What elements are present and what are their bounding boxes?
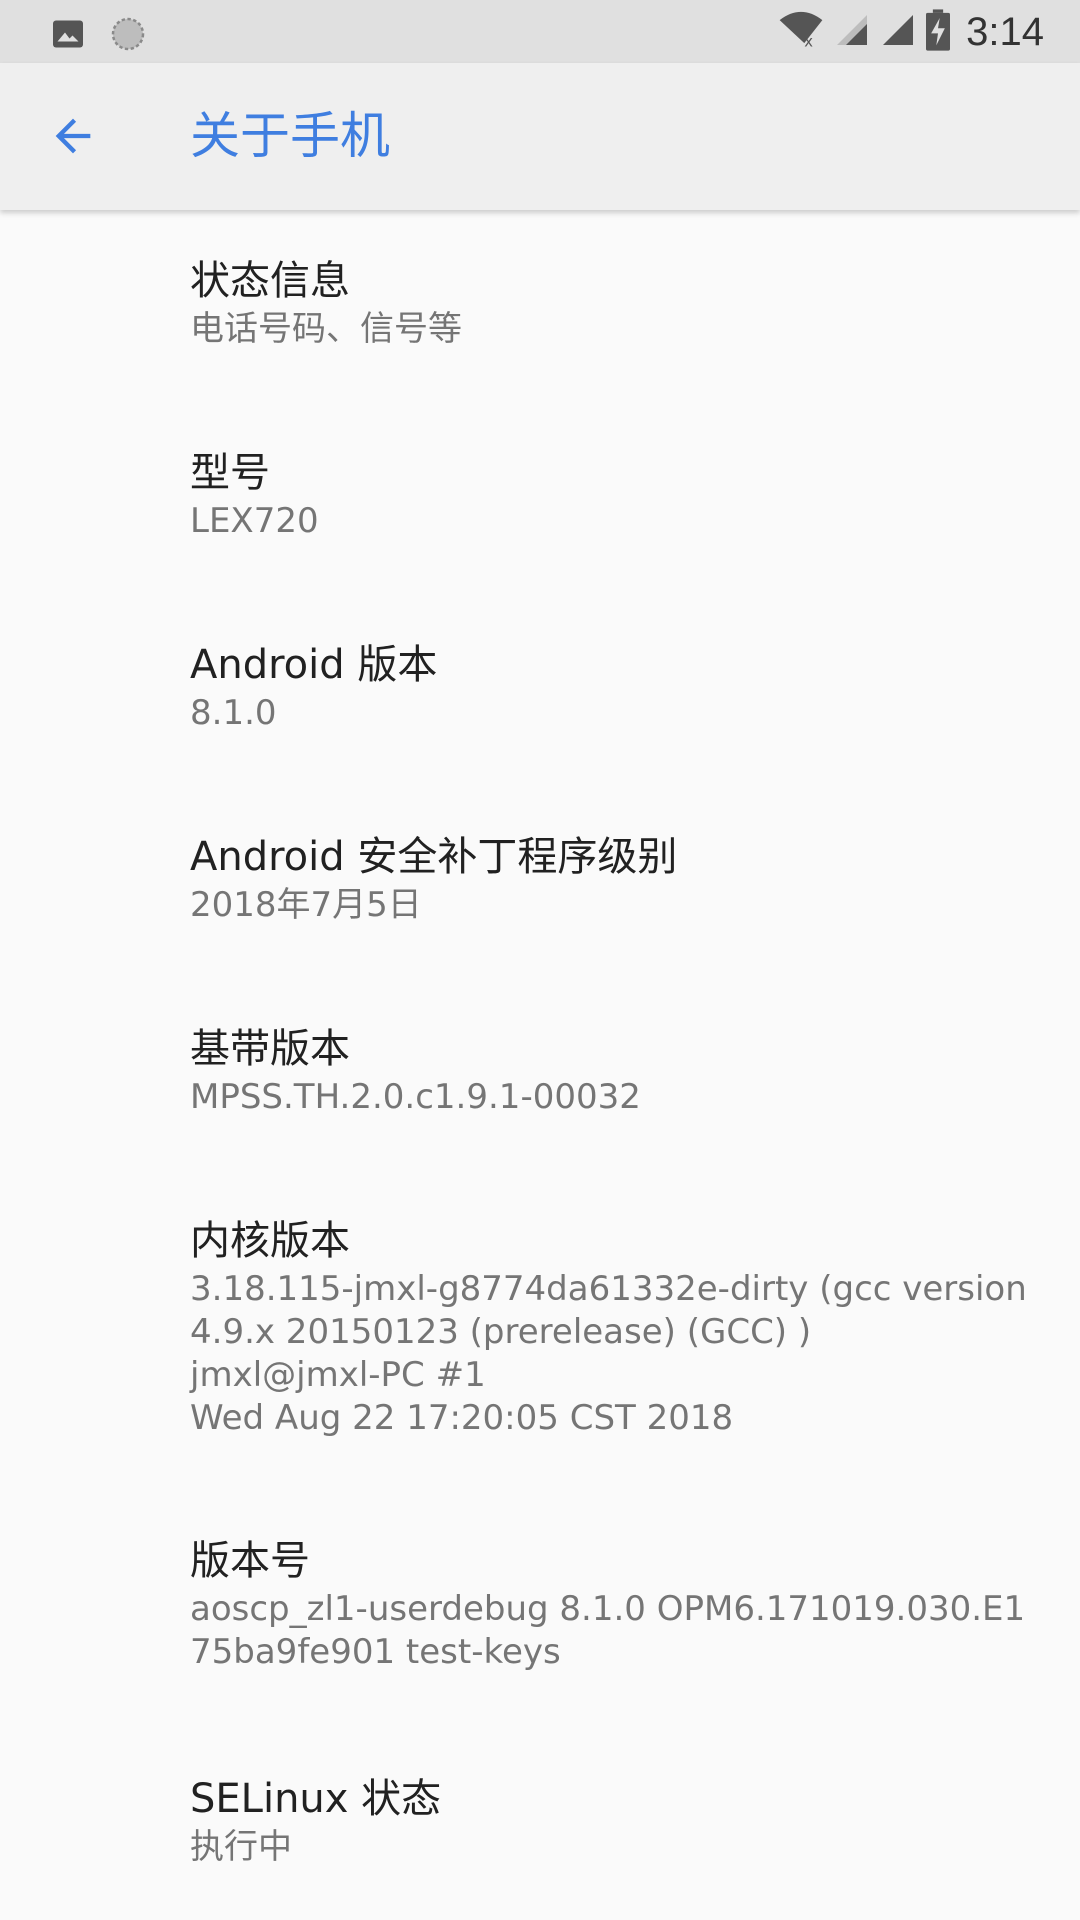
summary-line: 4.9.x 20150123 (prerelease) (GCC) ) <box>190 1312 812 1352</box>
item-title: Android 安全补丁程序级别 <box>190 834 678 880</box>
item-summary: aoscp_zl1-userdebug 8.1.0 OPM6.171019.03… <box>190 1588 1026 1674</box>
battery-charging-icon <box>926 9 951 55</box>
system-status-icons: x 3:14 <box>768 6 1044 58</box>
summary-line: 电话号码、信号等 <box>190 309 462 349</box>
list-item-model[interactable]: 型号 LEX720 <box>0 402 1080 594</box>
sync-notification-icon <box>108 14 148 58</box>
back-button[interactable] <box>36 101 110 175</box>
app-bar: 关于手机 <box>0 63 1080 210</box>
item-title: Android 版本 <box>190 642 438 688</box>
summary-line: 2018年7月5日 <box>190 885 422 925</box>
item-summary: 8.1.0 <box>190 692 1020 735</box>
status-bar: x 3:14 <box>0 0 1080 63</box>
list-item-kernel-version[interactable]: 内核版本 3.18.115-jmxl-g8774da61332e-dirty (… <box>0 1170 1080 1490</box>
summary-line: jmxl@jmxl-PC #1 <box>190 1355 486 1395</box>
list-item-security-patch-level[interactable]: Android 安全补丁程序级别 2018年7月5日 <box>0 786 1080 978</box>
item-title: 版本号 <box>190 1538 310 1584</box>
item-summary: 3.18.115-jmxl-g8774da61332e-dirty (gcc v… <box>190 1268 1027 1440</box>
item-title: 基带版本 <box>190 1026 350 1072</box>
list-item-baseband-version[interactable]: 基带版本 MPSS.TH.2.0.c1.9.1-00032 <box>0 978 1080 1170</box>
summary-line: MPSS.TH.2.0.c1.9.1-00032 <box>190 1077 641 1117</box>
signal-icon <box>880 11 916 53</box>
list-item-selinux-status[interactable]: SELinux 状态 执行中 <box>0 1728 1080 1920</box>
list-item-status-info[interactable]: 状态信息 电话号码、信号等 <box>0 210 1080 402</box>
summary-line: LEX720 <box>190 501 319 541</box>
summary-line: 执行中 <box>190 1827 292 1867</box>
clock: 3:14 <box>966 9 1044 54</box>
list-item-android-version[interactable]: Android 版本 8.1.0 <box>0 594 1080 786</box>
summary-line: 8.1.0 <box>190 693 277 733</box>
item-summary: 2018年7月5日 <box>190 884 1020 927</box>
summary-line: 3.18.115-jmxl-g8774da61332e-dirty (gcc v… <box>190 1269 1027 1309</box>
about-phone-list: 状态信息 电话号码、信号等 型号 LEX720 Android 版本 8.1.0… <box>0 210 1080 1920</box>
item-summary: MPSS.TH.2.0.c1.9.1-00032 <box>190 1076 1020 1119</box>
item-title: 型号 <box>190 450 270 496</box>
item-title: 状态信息 <box>190 258 350 304</box>
image-notification-icon <box>50 16 86 56</box>
signal-icon <box>834 11 870 53</box>
wifi-no-internet-icon: x <box>778 10 824 54</box>
item-summary: 电话号码、信号等 <box>190 308 1020 351</box>
summary-line: Wed Aug 22 17:20:05 CST 2018 <box>190 1398 734 1438</box>
notification-icons <box>50 14 148 58</box>
summary-line: aoscp_zl1-userdebug 8.1.0 OPM6.171019.03… <box>190 1589 1026 1629</box>
item-summary: LEX720 <box>190 500 1020 543</box>
item-summary: 执行中 <box>190 1826 1020 1869</box>
list-item-build-number[interactable]: 版本号 aoscp_zl1-userdebug 8.1.0 OPM6.17101… <box>0 1490 1080 1728</box>
svg-text:x: x <box>804 33 813 50</box>
item-title: SELinux 状态 <box>190 1776 442 1822</box>
summary-line: 75ba9fe901 test-keys <box>190 1632 561 1672</box>
arrow-back-icon <box>47 110 99 166</box>
item-title: 内核版本 <box>190 1218 350 1264</box>
page-title: 关于手机 <box>190 107 390 165</box>
